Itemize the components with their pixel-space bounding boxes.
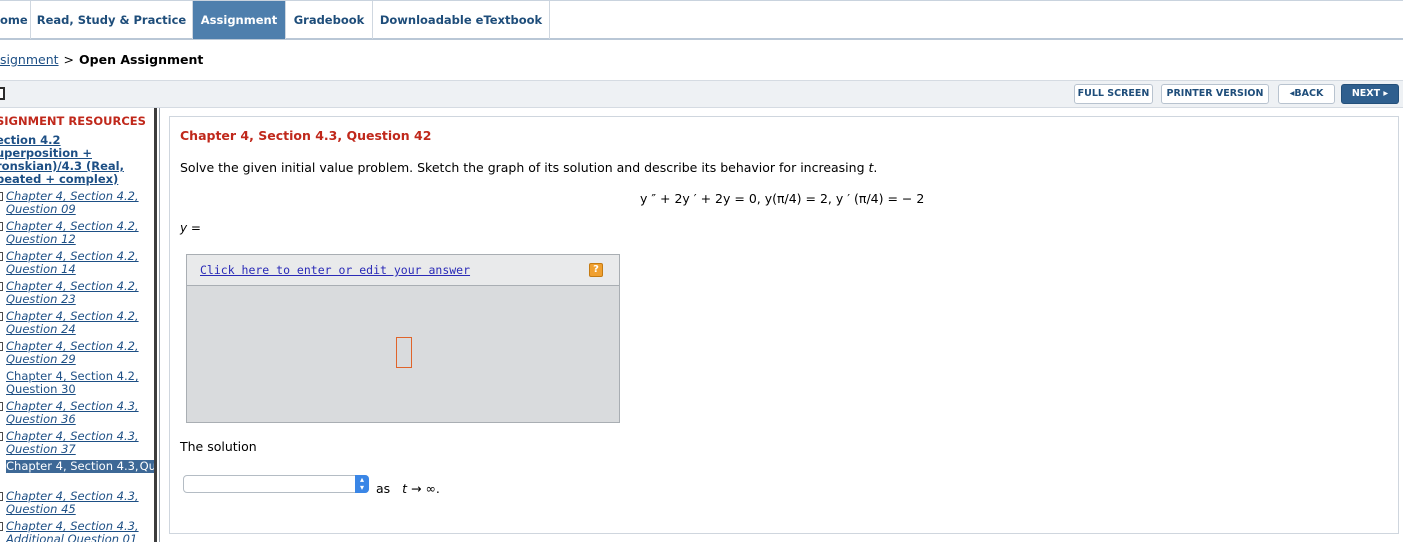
breadcrumb-current: Open Assignment: [79, 52, 204, 67]
breadcrumb-assignment-link[interactable]: signment: [0, 52, 59, 67]
full-screen-button[interactable]: FULL SCREEN: [1074, 84, 1153, 104]
limit-rest: → ∞.: [411, 481, 440, 496]
completion-checkbox: [0, 342, 3, 351]
breadcrumb: signment > Open Assignment: [0, 52, 203, 68]
toolbar: FULL SCREEN PRINTER VERSION ◂BACK NEXT ▸: [0, 80, 1403, 108]
sidebar-item-question[interactable]: Chapter 4, Section 4.3, Question 37: [0, 430, 155, 458]
sidebar-item-question[interactable]: Chapter 4, Section 4.2, Question 09: [0, 190, 155, 218]
sidebar-item-line: Question 30: [6, 382, 76, 396]
sidebar-item-question[interactable]: Chapter 4, Section 4.3,Question 42: [0, 460, 155, 488]
completion-checkbox: [0, 492, 3, 501]
completion-checkbox: [0, 522, 3, 531]
help-icon[interactable]: ?: [589, 263, 603, 277]
tab-gradebook[interactable]: Gradebook: [286, 1, 373, 39]
completion-checkbox: [0, 222, 3, 231]
sidebar-item-label: Chapter 4, Section 4.3,Question 42: [6, 460, 155, 473]
sidebar-item-question[interactable]: Chapter 4, Section 4.2, Question 14: [0, 250, 155, 278]
sidebar-item-label: Chapter 4, Section 4.3, Question 45: [6, 490, 139, 516]
printer-version-button[interactable]: PRINTER VERSION: [1161, 84, 1269, 104]
sidebar-item-label: Chapter 4, Section 4.2, Question 30: [6, 370, 139, 396]
limit-as: as: [376, 481, 391, 496]
next-button[interactable]: NEXT ▸: [1341, 84, 1399, 104]
sidebar-item-question[interactable]: Chapter 4, Section 4.2, Question 23: [0, 280, 155, 308]
sidebar-item-question[interactable]: Chapter 4, Section 4.2, Question 29: [0, 340, 155, 368]
sidebar-item-question[interactable]: Chapter 4, Section 4.3, Question 45: [0, 490, 155, 518]
sidebar-item-label: Chapter 4, Section 4.3, Additional Questi…: [6, 520, 139, 542]
sidebar-item-line: Question 37: [6, 442, 76, 456]
sidebar-item-line: Question 12: [6, 232, 76, 246]
answer-editor[interactable]: Click here to enter or edit your answer …: [186, 254, 620, 423]
completion-checkbox: [0, 192, 3, 201]
sidebar-item-label: Chapter 4, Section 4.2, Question 09: [6, 190, 139, 216]
tab-read-study-practice[interactable]: Read, Study & Practice: [31, 1, 193, 39]
answer-editor-header: Click here to enter or edit your answer …: [187, 255, 619, 286]
edit-answer-link[interactable]: Click here to enter or edit your answer: [200, 263, 470, 277]
top-nav: ome Read, Study & Practice Assignment Gr…: [0, 0, 1403, 40]
sidebar-item-line: Question 09: [6, 202, 76, 216]
sidebar-item-line: Question 36: [6, 412, 76, 426]
assignment-resources-sidebar: SIGNMENT RESOURCES ection 4.2 uperpositi…: [0, 108, 155, 542]
question-prompt: Solve the given initial value problem. S…: [180, 160, 877, 175]
limit-text: as t → ∞.: [376, 481, 440, 496]
question-prompt-end: .: [873, 160, 878, 175]
sidebar-divider[interactable]: [154, 108, 160, 542]
next-label: NEXT: [1351, 88, 1381, 99]
sidebar-item-label: Chapter 4, Section 4.2, Question 12: [6, 220, 139, 246]
sidebar-item-line: Question 23: [6, 292, 76, 306]
completion-checkbox: [0, 402, 3, 411]
tab-downloadable-etextbook[interactable]: Downloadable eTextbook: [373, 1, 550, 39]
tab-home[interactable]: ome: [0, 1, 31, 39]
sidebar-item-question[interactable]: Chapter 4, Section 4.2, Question 12: [0, 220, 155, 248]
solution-behavior-select[interactable]: ▴ ▾: [183, 475, 369, 493]
sidebar-item-line: Additional Question 01: [6, 532, 138, 542]
sidebar-item-line: Chapter 4, Section 4.3,: [6, 459, 140, 473]
sidebar-item-line: Question 24: [6, 322, 76, 336]
sidebar-item-label: Chapter 4, Section 4.2, Question 23: [6, 280, 139, 306]
breadcrumb-separator: >: [63, 52, 75, 67]
sidebar-heading: SIGNMENT RESOURCES: [0, 114, 146, 128]
completion-checkbox: [0, 312, 3, 321]
tab-assignment[interactable]: Assignment: [193, 1, 286, 39]
select-arrows-icon: ▴ ▾: [355, 475, 369, 493]
question-equation: y ″ + 2y ′ + 2y = 0, y(π/4) = 2, y ′ (π/…: [640, 191, 925, 206]
sidebar-item-label: Chapter 4, Section 4.2, Question 24: [6, 310, 139, 336]
sidebar-item-question[interactable]: Chapter 4, Section 4.2, Question 24: [0, 310, 155, 338]
sidebar-item-label: Chapter 4, Section 4.3, Question 36: [6, 400, 139, 426]
sidebar-item-line: Question 42: [139, 460, 155, 473]
back-button[interactable]: ◂BACK: [1278, 84, 1335, 104]
collapse-sidebar-toggle[interactable]: [0, 87, 5, 100]
sidebar-item-label: Chapter 4, Section 4.2, Question 29: [6, 340, 139, 366]
section-line: peated + complex): [0, 172, 119, 186]
sidebar-item-label: Chapter 4, Section 4.2, Question 14: [6, 250, 139, 276]
sidebar-item-question[interactable]: Chapter 4, Section 4.3, Additional Questi…: [0, 520, 155, 542]
question-title: Chapter 4, Section 4.3, Question 42: [180, 128, 432, 143]
sidebar-item-question[interactable]: Chapter 4, Section 4.3, Question 36: [0, 400, 155, 428]
answer-label: y =: [180, 221, 201, 235]
sidebar-item-line: Question 29: [6, 352, 76, 366]
answer-input-placeholder[interactable]: [396, 337, 412, 368]
limit-variable: t: [402, 481, 408, 496]
sidebar-item-line: Question 14: [6, 262, 76, 276]
completion-checkbox: [0, 252, 3, 261]
sidebar-item-question[interactable]: Chapter 4, Section 4.2, Question 30: [0, 370, 155, 398]
sidebar-item-line: Question 45: [6, 502, 76, 516]
completion-checkbox: [0, 432, 3, 441]
sidebar-item-label: Chapter 4, Section 4.3, Question 37: [6, 430, 139, 456]
sidebar-section-link[interactable]: ection 4.2 uperposition + ronskian)/4.3 …: [0, 134, 155, 186]
question-panel: Chapter 4, Section 4.3, Question 42 Solv…: [169, 116, 1399, 534]
solution-label: The solution: [180, 439, 257, 454]
triangle-right-icon: ▸: [1380, 88, 1389, 99]
question-prompt-text: Solve the given initial value problem. S…: [180, 160, 869, 175]
back-label: BACK: [1294, 88, 1324, 99]
completion-checkbox: [0, 282, 3, 291]
